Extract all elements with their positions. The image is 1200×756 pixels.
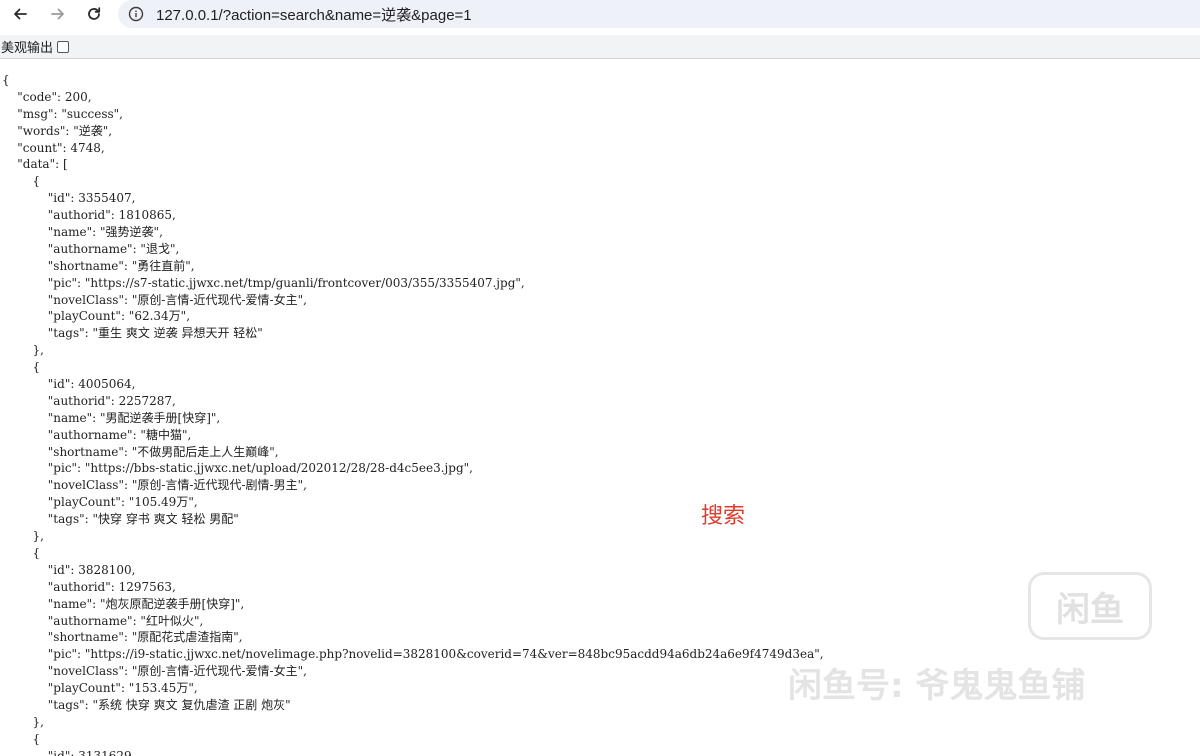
json-line: }, — [2, 714, 44, 729]
json-line: "playCount": "62.34万", — [2, 309, 191, 324]
json-line: "pic": "https://s7-static.jjwxc.net/tmp/… — [2, 275, 525, 290]
json-line: "shortname": "勇往直前", — [2, 258, 195, 273]
json-response: { "code": 200, "msg": "success", "words"… — [2, 72, 1198, 756]
json-line: "name": "强势逆袭", — [2, 225, 163, 240]
json-line: "tags": "快穿 穿书 爽文 轻松 男配" — [2, 512, 239, 527]
json-line: "authorname": "退戈", — [2, 241, 180, 256]
address-bar[interactable]: 127.0.0.1/?action=search&name=逆袭&page=1 — [118, 0, 1200, 28]
json-line: "name": "男配逆袭手册[快穿]", — [2, 410, 221, 425]
json-line: "id": 4005064, — [2, 377, 136, 392]
json-line: "data": [ — [2, 157, 68, 172]
pretty-print-checkbox[interactable] — [57, 40, 70, 53]
arrow-right-icon — [51, 8, 64, 20]
json-line: "pic": "https://bbs-static.jjwxc.net/upl… — [2, 461, 473, 476]
json-line: "id": 3131629, — [2, 748, 136, 756]
watermark-logo: 闲鱼 — [1028, 572, 1152, 640]
json-line: }, — [2, 529, 44, 544]
json-line: "code": 200, — [2, 89, 92, 104]
json-line: "authorid": 1810865, — [2, 208, 176, 223]
watermark-text: 闲鱼号: 爷鬼鬼鱼铺 — [788, 666, 1086, 706]
pretty-print-bar: 美观输出 — [0, 35, 1200, 59]
info-icon[interactable] — [128, 6, 144, 22]
json-line: }, — [2, 343, 44, 358]
json-line: { — [2, 731, 41, 746]
json-line: { — [2, 73, 10, 87]
json-line: "authorname": "糖中猫", — [2, 427, 192, 442]
url-text[interactable]: 127.0.0.1/?action=search&name=逆袭&page=1 — [156, 4, 472, 25]
json-line: "words": "逆袭", — [2, 123, 113, 138]
json-line: "id": 3355407, — [2, 191, 136, 206]
pretty-print-label[interactable]: 美观输出 — [1, 37, 53, 56]
reload-button[interactable] — [82, 2, 106, 26]
json-line: { — [2, 360, 41, 375]
json-line: "name": "炮灰原配逆袭手册[快穿]", — [2, 596, 245, 611]
forward-button[interactable] — [46, 2, 70, 26]
json-line: "novelClass": "原创-言情-近代现代-剧情-男主", — [2, 478, 307, 493]
json-line: { — [2, 545, 41, 560]
json-line: "shortname": "原配花式虐渣指南", — [2, 630, 243, 645]
arrow-left-icon — [14, 8, 27, 20]
json-line: "authorid": 2257287, — [2, 393, 176, 408]
json-line: "count": 4748, — [2, 140, 105, 155]
json-line: "novelClass": "原创-言情-近代现代-爱情-女主", — [2, 292, 307, 307]
json-line: "msg": "success", — [2, 106, 123, 121]
json-line: "id": 3828100, — [2, 562, 136, 577]
json-line: "playCount": "105.49万", — [2, 495, 198, 510]
json-line: "authorid": 1297563, — [2, 579, 176, 594]
browser-toolbar: 127.0.0.1/?action=search&name=逆袭&page=1 — [0, 0, 1200, 28]
json-line: { — [2, 174, 41, 189]
back-button[interactable] — [8, 2, 32, 26]
json-line: "shortname": "不做男配后走上人生巅峰", — [2, 444, 279, 459]
reload-icon — [88, 7, 101, 20]
json-line: "authorname": "红叶似火", — [2, 613, 204, 628]
search-annotation: 搜索 — [701, 504, 746, 529]
json-line: "tags": "重生 爽文 逆袭 异想天开 轻松" — [2, 326, 263, 341]
